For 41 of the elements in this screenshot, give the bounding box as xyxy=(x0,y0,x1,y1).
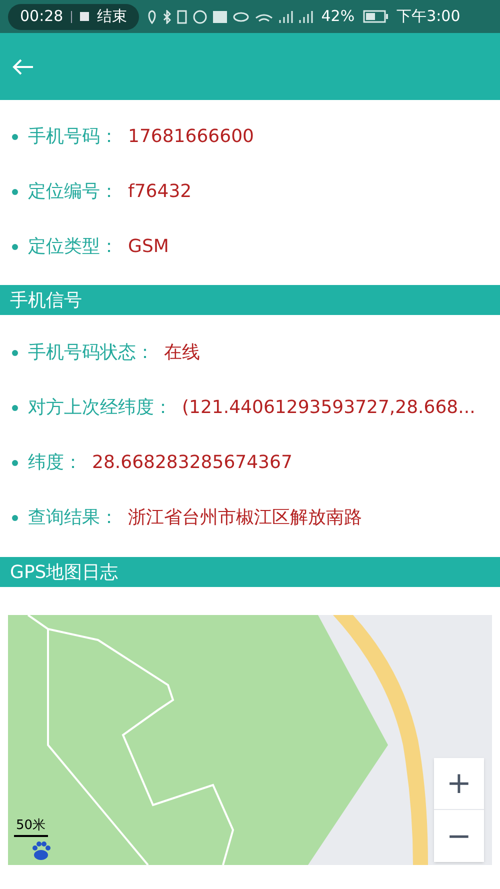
clock: 下午3:00 xyxy=(396,6,460,28)
field-value: (121.44061293593727,28.668... xyxy=(182,396,476,420)
section-header: 手机信号 xyxy=(0,285,500,315)
wifi-icon xyxy=(255,12,274,22)
field-label: 纬度： xyxy=(28,451,82,475)
field-value: 28.668283285674367 xyxy=(92,451,292,475)
bluetooth-icon xyxy=(163,10,172,24)
zoom-out-button[interactable]: − xyxy=(434,810,484,862)
battery-icon xyxy=(362,10,389,23)
battery-percent: 42% xyxy=(321,6,355,28)
field-value: f76432 xyxy=(128,180,192,204)
bullet-icon xyxy=(12,244,18,250)
bullet-icon xyxy=(12,134,18,140)
bullet-icon xyxy=(12,188,18,194)
bullet-icon xyxy=(12,514,18,520)
field-value: GSM xyxy=(128,235,169,259)
map-scale: 50米 xyxy=(14,816,48,837)
bullet-icon xyxy=(12,404,18,410)
field-label: 定位类型： xyxy=(28,235,118,259)
field-label: 手机号码： xyxy=(28,125,118,149)
field-label: 定位编号： xyxy=(28,180,118,204)
paw-logo-icon xyxy=(30,841,52,861)
bullet-icon xyxy=(12,350,18,356)
signal-icon xyxy=(279,10,294,24)
stop-icon xyxy=(80,12,90,21)
field-label: 手机号码状态： xyxy=(28,341,154,365)
bullet-icon xyxy=(12,460,18,466)
field-label: 查询结果： xyxy=(28,506,118,530)
zoom-in-button[interactable]: + xyxy=(434,758,484,810)
field-label: 对方上次经纬度： xyxy=(28,396,172,420)
back-arrow-icon[interactable] xyxy=(12,58,34,76)
field-value: 17681666600 xyxy=(128,125,254,149)
signal-icon xyxy=(299,10,314,24)
end-call-label: 结束 xyxy=(97,6,128,28)
call-time: 00:28 xyxy=(20,6,64,28)
map-view[interactable]: + − 50米 xyxy=(8,615,492,865)
section-header: GPS地图日志 xyxy=(0,557,500,587)
field-value: 在线 xyxy=(164,341,200,365)
field-value: 浙江省台州市椒江区解放南路 xyxy=(128,506,362,530)
location-pin-icon xyxy=(147,8,158,24)
call-pill[interactable]: 00:28 结束 xyxy=(8,4,140,30)
